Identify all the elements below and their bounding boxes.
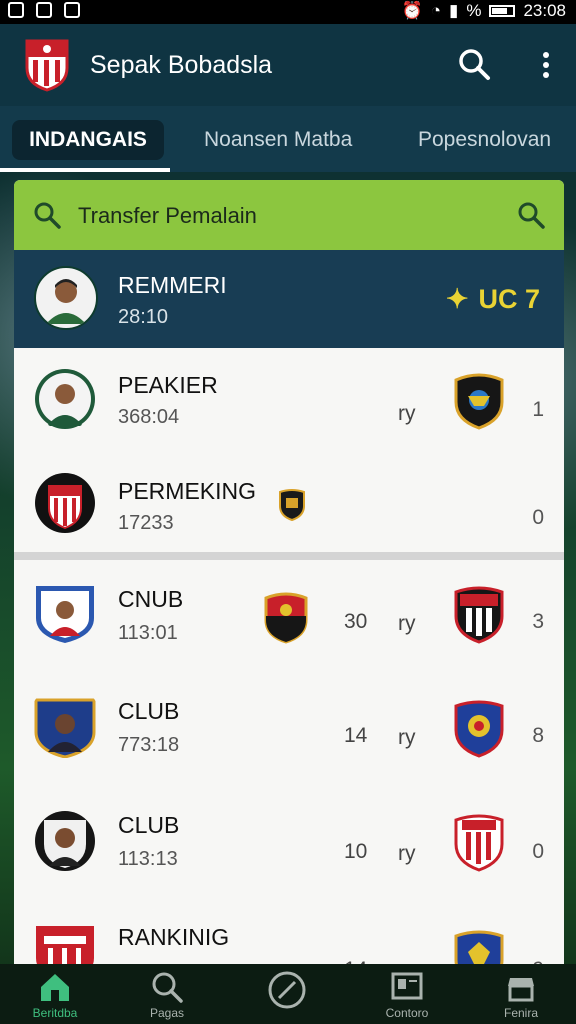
nav-item-search[interactable]: Pagas — [112, 964, 222, 1024]
app-title: Sepak Bobadsla — [90, 51, 273, 79]
wifi-icon: ◔ — [430, 1, 441, 20]
status-bar: ⏰ ◔ ▮ % 23:08 — [0, 0, 576, 24]
board-icon — [391, 972, 423, 1000]
avatar — [35, 473, 95, 533]
avatar — [35, 369, 95, 429]
section-divider — [14, 552, 564, 560]
row-time: 113:13 — [118, 848, 178, 870]
bottom-navigation: Beritdba Pagas Contoro Fenira — [0, 964, 576, 1024]
tab-indicator — [0, 168, 170, 172]
row-label: ry — [398, 402, 416, 425]
search-icon[interactable] — [516, 200, 546, 230]
battery-icon — [489, 5, 516, 17]
row-number: 3 — [532, 610, 544, 633]
featured-name: REMMERI — [118, 272, 227, 298]
notification-icon — [36, 2, 52, 18]
alarm-icon: ⏰ — [401, 1, 423, 20]
club-crest-icon — [454, 586, 504, 644]
nav-item-home[interactable]: Beritdba — [0, 964, 110, 1024]
notification-icon — [64, 2, 80, 18]
row-title: CLUB — [118, 812, 180, 838]
list-item[interactable]: RANKINIG 14 9 — [14, 900, 564, 970]
percent-icon: % — [466, 1, 482, 20]
transfer-search-bar[interactable]: Transfer Pemalain — [14, 180, 564, 250]
row-score: 30 — [344, 610, 368, 633]
row-title: PEAKIER — [118, 372, 218, 398]
club-logo — [25, 39, 69, 92]
row-number: 0 — [532, 506, 544, 529]
featured-player[interactable]: REMMERI 28:10 ✦ UC 7 — [14, 250, 564, 348]
nav-item-store[interactable]: Fenira — [466, 964, 576, 1024]
row-label: ry — [398, 842, 416, 865]
list-item[interactable]: CLUB 773:18 14 ry 8 — [14, 672, 564, 787]
list-item[interactable]: PEAKIER 368:04 ry 1 — [14, 348, 564, 449]
tab-bar: INDANGAIS Noansen Matba Popesnolovan — [0, 106, 576, 172]
app-bar: Sepak Bobadsla — [0, 24, 576, 106]
club-crest-icon — [454, 373, 504, 430]
row-time: 17233 — [118, 512, 174, 534]
home-icon — [41, 974, 69, 1001]
star-icon: ✦ — [445, 284, 469, 314]
avatar — [34, 266, 98, 330]
avatar — [35, 811, 95, 871]
notification-icon — [8, 2, 24, 18]
avatar — [36, 926, 94, 970]
tab-popesnolovan[interactable]: Popesnolovan — [418, 120, 551, 160]
tab-noansen-matba[interactable]: Noansen Matba — [204, 120, 352, 160]
more-options-icon[interactable] — [538, 48, 554, 82]
nav-item-explore[interactable] — [232, 964, 342, 1024]
row-title: CNUB — [118, 586, 184, 612]
status-time: 23:08 — [523, 1, 566, 20]
nav-label: Beritdba — [32, 1006, 78, 1020]
club-crest-icon — [454, 700, 504, 758]
compass-icon — [268, 971, 306, 1009]
row-title: PERMEKING — [118, 478, 257, 504]
badge-label: UC 7 — [478, 284, 540, 314]
avatar — [36, 586, 94, 643]
featured-badge: ✦ UC 7 — [446, 284, 540, 315]
search-icon — [152, 972, 183, 1003]
list-item[interactable]: CNUB 113:01 30 ry 3 — [14, 560, 564, 673]
list-item[interactable]: PERMEKING 17233 0 — [14, 448, 564, 552]
row-label: ry — [398, 726, 416, 749]
search-label: Transfer Pemalain — [78, 203, 257, 228]
nav-item-board[interactable]: Contoro — [352, 964, 462, 1024]
search-icon — [34, 202, 61, 229]
nav-label: Fenira — [503, 1006, 538, 1020]
search-icon[interactable] — [456, 46, 492, 82]
row-score: 10 — [344, 840, 368, 863]
transfer-card: Transfer Pemalain REMMERI 28:10 ✦ UC 7 P… — [14, 180, 564, 970]
row-title: RANKINIG — [118, 924, 230, 950]
row-number: 1 — [532, 398, 544, 421]
row-number: 0 — [532, 840, 544, 863]
store-icon — [508, 978, 534, 1002]
list-item[interactable]: CLUB 113:13 10 ry 0 — [14, 786, 564, 901]
nav-label: Pagas — [149, 1006, 185, 1020]
featured-time: 28:10 — [118, 306, 169, 328]
row-number: 8 — [532, 724, 544, 747]
signal-icon: ▮ — [448, 1, 459, 20]
club-crest-icon — [454, 814, 504, 872]
row-time: 113:01 — [118, 622, 178, 644]
club-crest-icon — [264, 592, 308, 644]
nav-label: Contoro — [385, 1006, 429, 1020]
row-time: 773:18 — [118, 734, 180, 756]
row-score: 14 — [344, 724, 368, 747]
tab-indangais[interactable]: INDANGAIS — [12, 120, 164, 160]
club-crest-icon — [279, 489, 305, 522]
avatar — [34, 698, 96, 758]
row-time: 368:04 — [118, 406, 180, 428]
row-label: ry — [398, 612, 416, 635]
row-title: CLUB — [118, 698, 180, 724]
